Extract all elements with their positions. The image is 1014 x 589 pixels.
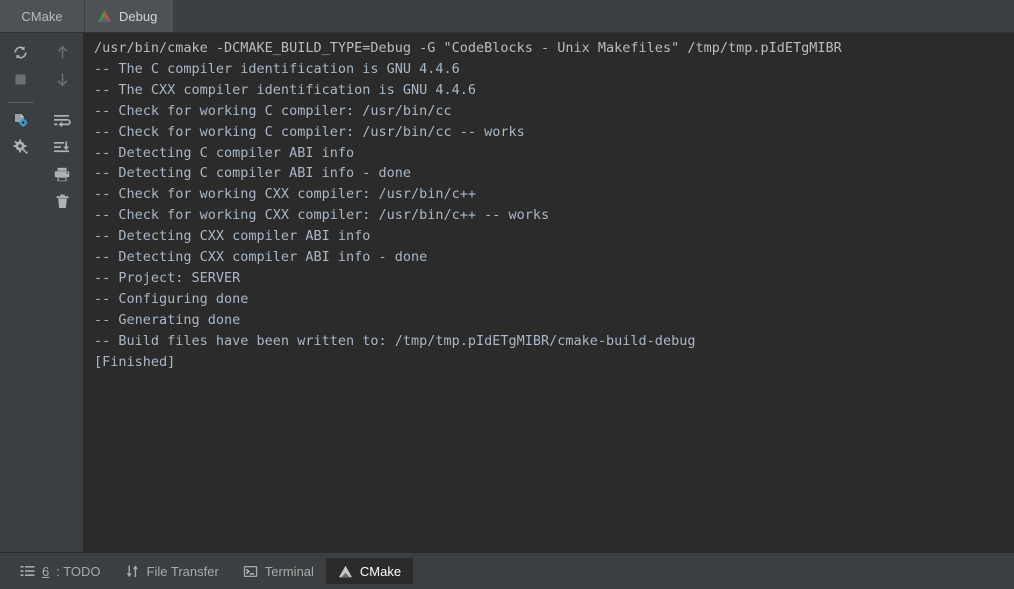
statusbar-terminal-label: Terminal — [264, 563, 314, 579]
statusbar-cmake-label: CMake — [359, 563, 402, 579]
stop-square-icon — [12, 71, 29, 93]
next-occurrence-button[interactable] — [46, 68, 78, 95]
print-button[interactable] — [46, 163, 78, 190]
cmake-triangle-icon — [97, 9, 112, 23]
previous-occurrence-button[interactable] — [46, 41, 78, 68]
panel-title: CMake — [0, 0, 84, 32]
list-icon — [20, 564, 35, 579]
tab-debug-label: Debug — [119, 8, 158, 24]
cmake-settings-button[interactable] — [5, 109, 37, 136]
console-line: /usr/bin/cmake -DCMAKE_BUILD_TYPE=Debug … — [94, 40, 842, 56]
console-toolbar — [0, 33, 84, 552]
console-line: -- Detecting CXX compiler ABI info — [94, 228, 371, 245]
soft-wrap-icon — [53, 112, 71, 134]
cmake-grey-triangle-icon — [338, 564, 353, 579]
file-gear-icon — [12, 112, 29, 134]
console-line: -- Generating done — [94, 311, 241, 328]
console-line: -- Check for working CXX compiler: /usr/… — [94, 186, 477, 203]
statusbar-todo-number: 6 — [42, 563, 50, 579]
tab-debug[interactable]: Debug — [84, 0, 174, 32]
console-line: -- Detecting C compiler ABI info — [94, 144, 355, 161]
tabstrip-empty-area — [173, 0, 1014, 32]
tool-window-tabstrip: CMake Debug — [0, 0, 1014, 33]
console-line: -- Check for working C compiler: /usr/bi… — [94, 102, 452, 119]
console-line: -- The C compiler identification is GNU … — [94, 60, 460, 77]
statusbar-item-cmake[interactable]: CMake — [325, 558, 414, 584]
console-line: -- Detecting C compiler ABI info - done — [94, 165, 411, 182]
trash-icon — [54, 193, 71, 215]
arrow-up-icon — [54, 44, 71, 66]
statusbar-todo-label: : TODO — [56, 563, 101, 579]
scroll-to-end-button[interactable] — [46, 136, 78, 163]
statusbar-item-todo[interactable]: 6 : TODO — [8, 558, 113, 584]
toolbar-right-column — [42, 41, 84, 552]
gear-dropdown-icon — [12, 138, 30, 161]
statusbar-file-transfer-label: File Transfer — [146, 563, 219, 579]
settings-dropdown-button[interactable] — [5, 136, 37, 163]
toolbar-left-column — [0, 41, 42, 552]
soft-wrap-button[interactable] — [46, 109, 78, 136]
tool-window-body: /usr/bin/cmake -DCMAKE_BUILD_TYPE=Debug … — [0, 33, 1014, 552]
console-line: -- Check for working CXX compiler: /usr/… — [94, 207, 550, 224]
panel-title-label: CMake — [21, 8, 63, 24]
cmake-tool-window: CMake Debug /usr/bin/cmake -DCMAKE_BUILD… — [0, 0, 1014, 589]
console-line: -- The CXX compiler identification is GN… — [94, 81, 477, 98]
printer-icon — [53, 166, 71, 188]
bottom-tool-window-bar: 6 : TODO File Transfer Terminal CMake — [0, 552, 1014, 589]
clear-all-button[interactable] — [46, 190, 78, 217]
refresh-icon — [12, 44, 29, 66]
console-line: -- Project: SERVER — [94, 269, 241, 286]
statusbar-item-terminal[interactable]: Terminal — [231, 558, 326, 584]
console-lines: /usr/bin/cmake -DCMAKE_BUILD_TYPE=Debug … — [84, 38, 1014, 373]
cmake-console-output[interactable]: /usr/bin/cmake -DCMAKE_BUILD_TYPE=Debug … — [84, 33, 1014, 552]
terminal-prompt-icon — [243, 564, 258, 579]
console-line: -- Detecting CXX compiler ABI info - don… — [94, 249, 428, 266]
statusbar-item-file-transfer[interactable]: File Transfer — [113, 558, 231, 584]
arrow-down-icon — [54, 71, 71, 93]
rerun-cmake-button[interactable] — [5, 41, 37, 68]
console-line-finished: [Finished] — [94, 353, 176, 370]
stop-button[interactable] — [5, 68, 37, 95]
toolbar-separator — [7, 102, 34, 103]
console-line: -- Check for working C compiler: /usr/bi… — [94, 123, 525, 140]
console-line: -- Build files have been written to: /tm… — [94, 332, 696, 349]
console-line: -- Configuring done — [94, 290, 249, 307]
transfer-arrows-icon — [125, 564, 140, 579]
scroll-to-end-icon — [53, 139, 71, 161]
toolbar-right-spacer — [49, 95, 75, 109]
